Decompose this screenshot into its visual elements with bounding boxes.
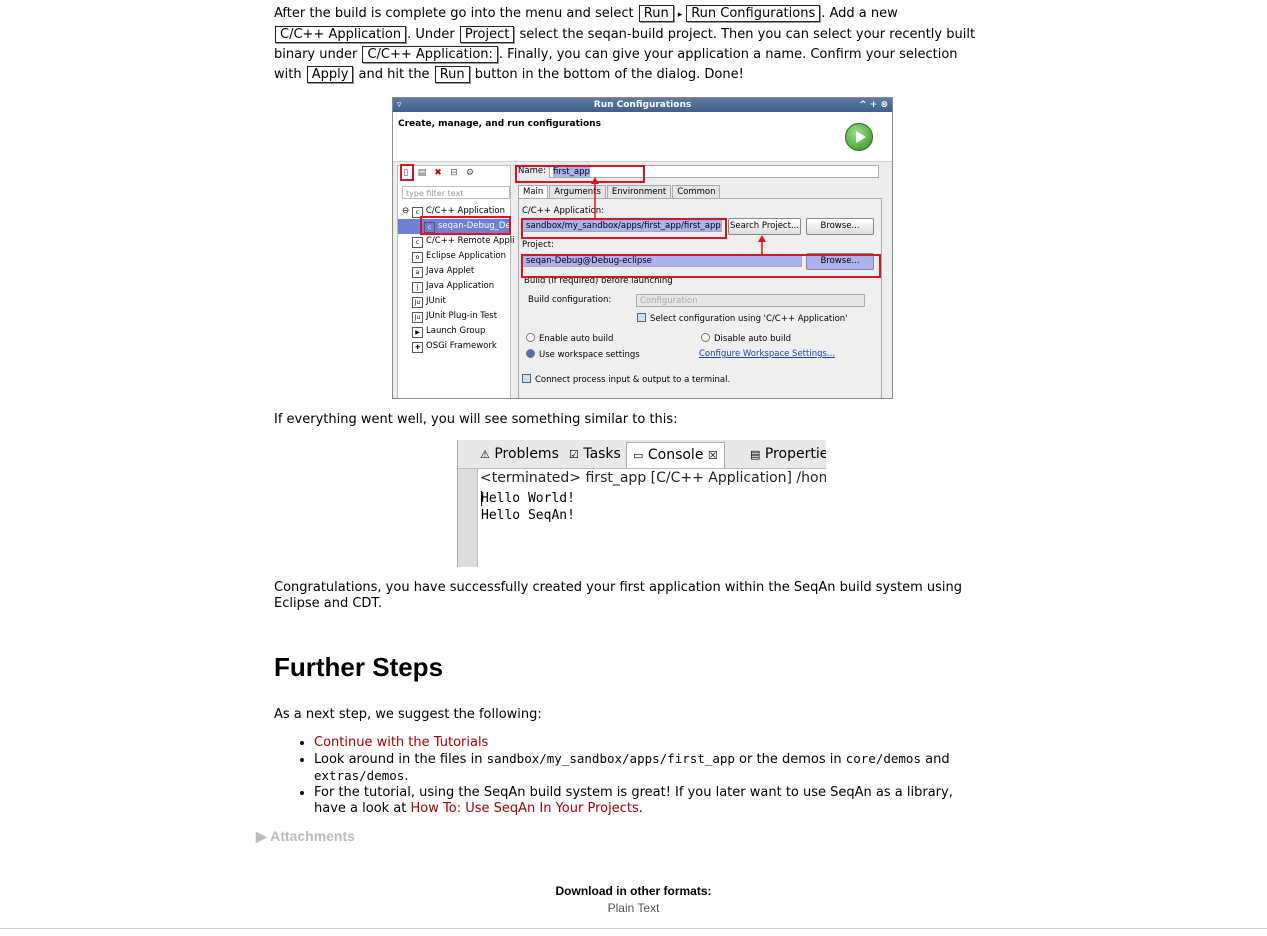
tab-properties: ▤ Propertie bbox=[750, 442, 826, 467]
problems-icon: ⚠ bbox=[480, 448, 490, 461]
text: or the demos in bbox=[734, 752, 846, 767]
download-link-wrap: Plain Text bbox=[0, 901, 1267, 915]
intro-paragraph: After the build is complete go into the … bbox=[274, 4, 1014, 85]
text: and hit the bbox=[354, 67, 434, 82]
text: have a look at bbox=[314, 801, 411, 816]
further-steps-section: Further Steps bbox=[274, 652, 1014, 683]
text: . Add a new bbox=[821, 6, 898, 21]
menu-run-configurations-label: Run Configurations bbox=[686, 5, 821, 22]
intro-line-2: C/C++ Application. Under Project select … bbox=[274, 25, 1014, 45]
tasks-icon: ☑ bbox=[569, 448, 579, 461]
output-line: Hello SeqAn! bbox=[481, 508, 575, 523]
console-status: <terminated> first_app [C/C++ Applicatio… bbox=[480, 470, 826, 486]
code-path: sandbox/my_sandbox/apps/first_app bbox=[486, 751, 735, 766]
congrats-text: Congratulations, you have successfully c… bbox=[274, 580, 962, 611]
text: select the seqan-build project. Then you… bbox=[515, 27, 976, 42]
text: For the tutorial, using the SeqAn build … bbox=[314, 785, 953, 800]
cpp-application-label: C/C++ Application bbox=[275, 26, 407, 43]
output-line: Hello World! bbox=[481, 491, 575, 506]
text: . Finally, you can give your application… bbox=[498, 47, 958, 62]
text: . bbox=[638, 801, 643, 816]
code-path: extras/demos bbox=[314, 768, 405, 783]
code-path: core/demos bbox=[845, 751, 921, 766]
tutorials-link[interactable]: Continue with the Tutorials bbox=[314, 735, 488, 750]
list-item: Look around in the files in sandbox/my_s… bbox=[314, 751, 994, 785]
intro-line-4: with Apply and hit the Run button in the… bbox=[274, 65, 1014, 85]
next-steps-list-wrap: Continue with the Tutorials Look around … bbox=[274, 735, 994, 817]
plain-text-link[interactable]: Plain Text bbox=[608, 901, 660, 915]
apply-label: Apply bbox=[306, 66, 354, 83]
text: After the build is complete go into the … bbox=[274, 6, 638, 21]
menu-run-label: Run bbox=[638, 5, 674, 22]
section-heading: Further Steps bbox=[274, 652, 444, 682]
annotation-arrows bbox=[591, 177, 766, 254]
download-formats-title: Download in other formats: bbox=[555, 884, 712, 898]
text: binary under bbox=[274, 47, 362, 62]
tab-label: Console bbox=[647, 447, 704, 463]
run-label: Run bbox=[434, 66, 470, 83]
tab-console: ▭ Console ☒ bbox=[626, 442, 725, 468]
howto-link[interactable]: How To: Use SeqAn In Your Projects bbox=[411, 801, 639, 816]
text: . bbox=[404, 769, 409, 784]
tab-label: Problems bbox=[494, 446, 559, 462]
text: . Under bbox=[407, 27, 459, 42]
menu-arrow-icon: ▸ bbox=[677, 10, 683, 20]
next-step-text: As a next step, we suggest the following… bbox=[274, 707, 542, 722]
tab-label: Propertie bbox=[764, 446, 826, 462]
text: Look around in the files in bbox=[314, 752, 487, 767]
tab-tasks: ☑ Tasks bbox=[569, 442, 621, 467]
list-item: Continue with the Tutorials bbox=[314, 735, 994, 751]
text-cursor bbox=[481, 491, 482, 506]
console-output: Hello World! Hello SeqAn! bbox=[481, 490, 575, 524]
footer-divider bbox=[0, 928, 1267, 929]
success-text: If everything went well, you will see so… bbox=[274, 412, 678, 427]
text: and bbox=[920, 752, 950, 767]
run-configurations-screenshot: ▿ Run Configurations ^ + ⊗ Create, manag… bbox=[392, 97, 893, 399]
project-label: Project bbox=[459, 26, 515, 43]
close-icon: ☒ bbox=[707, 449, 718, 462]
cpp-application-colon-label: C/C++ Application: bbox=[362, 46, 498, 63]
success-paragraph: If everything went well, you will see so… bbox=[274, 410, 1014, 430]
intro-line-3: binary under C/C++ Application:. Finally… bbox=[274, 45, 1014, 65]
console-icon: ▭ bbox=[633, 449, 644, 462]
tab-label: Tasks bbox=[583, 446, 621, 462]
congrats-paragraph: Congratulations, you have successfully c… bbox=[274, 580, 994, 612]
next-steps-list: Continue with the Tutorials Look around … bbox=[274, 735, 994, 817]
intro-line-1: After the build is complete go into the … bbox=[274, 4, 1014, 25]
list-item: For the tutorial, using the SeqAn build … bbox=[314, 785, 994, 817]
console-screenshot: ⚠ Problems ☑ Tasks ▭ Console ☒ ▤ Propert… bbox=[457, 440, 826, 567]
next-step-paragraph: As a next step, we suggest the following… bbox=[274, 705, 1014, 725]
text: button in the bottom of the dialog. Done… bbox=[470, 67, 744, 82]
text: with bbox=[274, 67, 306, 82]
console-tabbar: ⚠ Problems ☑ Tasks ▭ Console ☒ ▤ Propert… bbox=[458, 440, 826, 469]
attachments-toggle[interactable]: ▶ Attachments bbox=[256, 828, 355, 845]
properties-icon: ▤ bbox=[750, 448, 761, 461]
tab-problems: ⚠ Problems bbox=[480, 442, 559, 467]
